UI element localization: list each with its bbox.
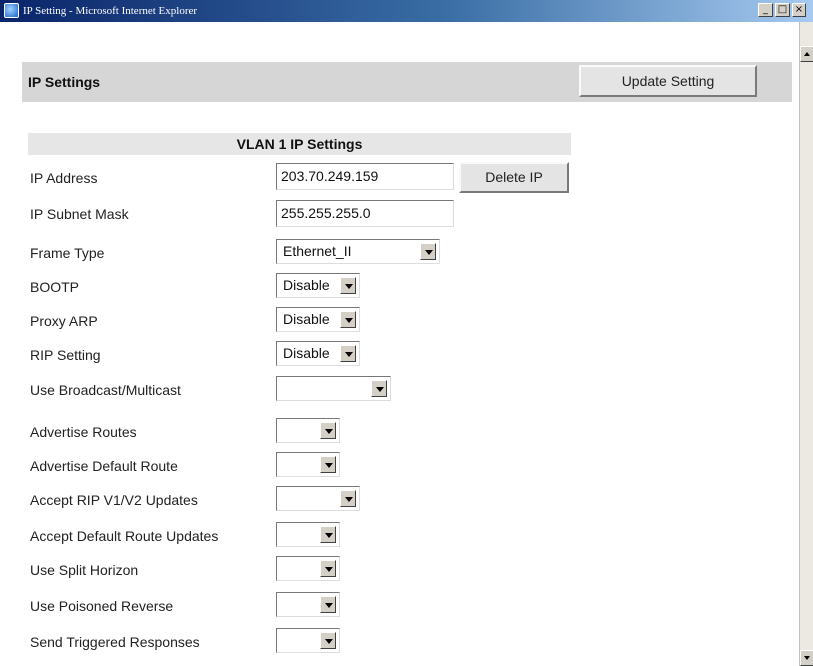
bootp-select[interactable]: Disable [276, 273, 360, 298]
chevron-down-icon[interactable] [420, 243, 436, 260]
accept-rip-updates-select[interactable] [276, 486, 360, 511]
accept-rip-updates-label: Accept RIP V1/V2 Updates [30, 492, 198, 508]
scroll-down-arrow-icon[interactable] [800, 650, 813, 666]
advertise-default-route-label: Advertise Default Route [30, 458, 178, 474]
chevron-down-icon[interactable] [340, 311, 356, 328]
subnet-mask-label: IP Subnet Mask [30, 206, 129, 222]
chevron-down-icon[interactable] [371, 380, 387, 397]
vertical-scrollbar[interactable] [799, 22, 813, 666]
broadcast-multicast-select[interactable] [276, 376, 391, 401]
delete-ip-button[interactable]: Delete IP [459, 162, 569, 193]
chevron-down-icon[interactable] [340, 490, 356, 507]
section-title: VLAN 1 IP Settings [28, 133, 571, 155]
frame-type-select[interactable]: Ethernet_II [276, 239, 440, 264]
proxy-arp-label: Proxy ARP [30, 313, 98, 329]
advertise-routes-select[interactable] [276, 418, 340, 443]
accept-default-route-updates-select[interactable] [276, 522, 340, 547]
broadcast-multicast-label: Use Broadcast/Multicast [30, 382, 181, 398]
rip-setting-label: RIP Setting [30, 347, 101, 363]
page-title: IP Settings [28, 74, 101, 90]
chevron-down-icon[interactable] [340, 345, 356, 362]
poisoned-reverse-label: Use Poisoned Reverse [30, 598, 174, 614]
triggered-responses-select[interactable] [276, 628, 340, 653]
split-horizon-select[interactable] [276, 556, 340, 581]
frame-type-label: Frame Type [30, 245, 105, 261]
chevron-down-icon[interactable] [320, 560, 336, 577]
window-title: IP Setting - Microsoft Internet Explorer [23, 5, 198, 17]
advertise-routes-label: Advertise Routes [30, 424, 137, 440]
subnet-mask-field[interactable]: 255.255.255.0 [276, 200, 454, 227]
close-button[interactable]: × [792, 3, 806, 17]
window-titlebar: IP Setting - Microsoft Internet Explorer… [0, 0, 813, 22]
chevron-down-icon[interactable] [320, 526, 336, 543]
page-header: IP Settings Update Setting [22, 62, 792, 102]
ip-address-label: IP Address [30, 170, 98, 186]
triggered-responses-label: Send Triggered Responses [30, 634, 200, 650]
ip-address-field[interactable]: 203.70.249.159 [276, 163, 454, 190]
chevron-down-icon[interactable] [320, 632, 336, 649]
rip-setting-select[interactable]: Disable [276, 341, 360, 366]
chevron-down-icon[interactable] [320, 422, 336, 439]
split-horizon-label: Use Split Horizon [30, 562, 139, 578]
ie-icon [4, 3, 19, 18]
proxy-arp-value: Disable [283, 311, 330, 327]
chevron-down-icon[interactable] [320, 456, 336, 473]
proxy-arp-select[interactable]: Disable [276, 307, 360, 332]
minimize-button[interactable]: _ [758, 3, 773, 17]
bootp-label: BOOTP [30, 279, 80, 295]
frame-type-value: Ethernet_II [283, 243, 352, 259]
chevron-down-icon[interactable] [320, 596, 336, 613]
rip-setting-value: Disable [283, 345, 330, 361]
poisoned-reverse-select[interactable] [276, 592, 340, 617]
chevron-down-icon[interactable] [340, 277, 356, 294]
scroll-up-arrow-icon[interactable] [800, 46, 813, 62]
bootp-value: Disable [283, 277, 330, 293]
maximize-button[interactable]: □ [775, 3, 790, 17]
update-setting-button[interactable]: Update Setting [579, 65, 757, 97]
accept-default-route-updates-label: Accept Default Route Updates [30, 528, 219, 544]
advertise-default-route-select[interactable] [276, 452, 340, 477]
